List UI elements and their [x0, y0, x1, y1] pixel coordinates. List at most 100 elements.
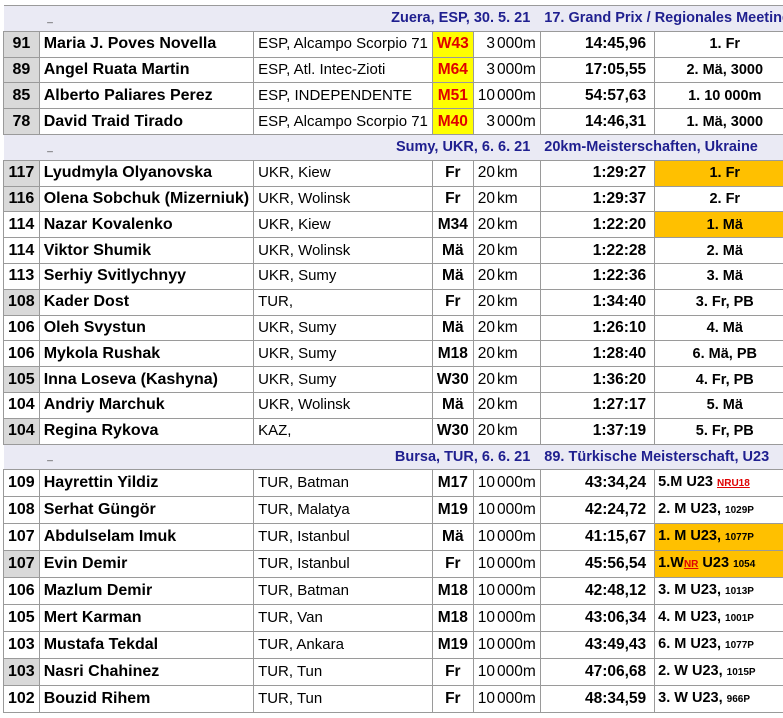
table-row: 114 Nazar Kovalenko UKR, Kiew M34 20 km 1:22:2…	[3, 211, 783, 239]
result-cell: 3. Mä	[654, 262, 783, 290]
club-cell: UKR, Wolinsk	[253, 237, 433, 264]
club-cell: UKR, Kiew	[253, 159, 433, 187]
distance-value: 20	[472, 262, 497, 290]
result-text: 1. Fr	[709, 36, 741, 53]
distance-value: 20	[472, 417, 497, 445]
section-spacer	[3, 133, 40, 161]
category-cell: W30	[431, 366, 474, 393]
points-cell: 104	[3, 391, 40, 419]
result-text: 5. Mä	[706, 397, 743, 414]
result-text: 1. Mä	[706, 216, 743, 233]
section-place: Bursa, TUR, 6. 6. 21	[253, 443, 541, 471]
distance-value: 20	[472, 366, 497, 393]
club-cell: TUR, Ankara	[253, 631, 433, 660]
points-score: 1054	[733, 559, 756, 571]
club-cell: KAZ,	[253, 417, 433, 445]
distance-value: 20	[472, 314, 497, 342]
club-cell: ESP, INDEPENDENTE	[253, 82, 433, 110]
athlete-name: Inna Loseva (Kashyna)	[38, 366, 255, 393]
section-header: _ Sumy, UKR, 6. 6. 21 20km-Meisterschaften…	[3, 133, 783, 161]
time-cell: 14:46,31	[539, 108, 656, 135]
result-cell: 1.WNR U23 1054	[654, 550, 783, 579]
section-placeholder: _	[39, 133, 254, 161]
distance-value: 10	[472, 469, 497, 498]
record-note: NRU18	[717, 478, 750, 490]
results-sheet: _ Zuera, ESP, 30. 5. 21 17. Grand Prix / R…	[0, 0, 783, 718]
time-cell: 41:15,67	[539, 523, 656, 552]
points-cell: 85	[3, 82, 40, 110]
distance-value: 10	[472, 604, 497, 633]
result-text: 1. Fr	[709, 165, 741, 182]
category-cell: Mä	[431, 237, 474, 264]
distance-value: 10	[472, 550, 497, 579]
result-cell: 4. Mä	[654, 314, 783, 342]
athlete-name: Nazar Kovalenko	[38, 211, 255, 239]
distance-unit: km	[496, 391, 541, 419]
athlete-name: Regina Rykova	[38, 417, 255, 445]
athlete-name: Abdulselam Imuk	[38, 523, 255, 552]
points-score: 1001P	[725, 613, 754, 625]
distance-unit: 000m	[496, 631, 541, 660]
distance-unit: 000m	[496, 496, 541, 525]
result-cell: 3. W U23, 966P	[654, 685, 783, 714]
time-cell: 1:26:10	[539, 314, 656, 342]
athlete-name: Viktor Shumik	[38, 237, 255, 264]
distance-value: 20	[472, 185, 497, 213]
time-cell: 43:06,34	[539, 604, 656, 633]
athlete-name: Andriy Marchuk	[38, 391, 255, 419]
club-cell: ESP, Alcampo Scorpio 71	[253, 30, 433, 58]
table-row: 114 Viktor Shumik UKR, Wolinsk Mä 20 km 1:22:2…	[3, 237, 783, 264]
time-cell: 48:34,59	[539, 685, 656, 714]
points-cell: 113	[3, 262, 40, 290]
section-spacer	[3, 443, 40, 471]
distance-unit: km	[496, 366, 541, 393]
club-cell: TUR, Malatya	[253, 496, 433, 525]
distance-unit: 000m	[496, 577, 541, 606]
result-text: 2. Fr	[709, 190, 741, 207]
category-cell: Fr	[431, 685, 474, 714]
table-row: 117 Lyudmyla Olyanovska UKR, Kiew Fr 20 km 1:2…	[3, 159, 783, 187]
category-cell: Mä	[431, 391, 474, 419]
time-cell: 1:22:36	[539, 262, 656, 290]
athlete-name: Serhiy Svitlychnyy	[38, 262, 255, 290]
distance-value: 3	[472, 56, 497, 84]
athlete-name: Lyudmyla Olyanovska	[38, 159, 255, 187]
athlete-name: Kader Dost	[38, 288, 255, 316]
section-event: 17. Grand Prix / Regionales Meeting	[540, 5, 783, 32]
points-cell: 103	[3, 631, 40, 660]
club-cell: TUR, Van	[253, 604, 433, 633]
result-text: 5.M U23	[658, 474, 717, 491]
points-cell: 106	[3, 340, 40, 368]
table-row: 85 Alberto Paliares Perez ESP, INDEPENDENT…	[3, 82, 783, 110]
result-cell: 1. 10 000m	[654, 82, 783, 110]
distance-value: 20	[472, 211, 497, 239]
category-cell: M19	[431, 631, 474, 660]
result-text: 3. M U23,	[658, 582, 726, 599]
time-cell: 43:34,24	[539, 469, 656, 498]
result-text: 1. 10 000m	[688, 87, 762, 104]
result-text: 5. Fr, PB	[695, 423, 754, 440]
result-text: 4. M U23,	[658, 609, 726, 626]
category-cell: Mä	[431, 523, 474, 552]
category-cell: M34	[431, 211, 474, 239]
points-cell: 106	[3, 314, 40, 342]
section-place: Zuera, ESP, 30. 5. 21	[253, 5, 541, 32]
result-text: 2. M U23,	[658, 501, 726, 518]
category-cell: M40	[431, 108, 474, 135]
athlete-name: Mazlum Demir	[38, 577, 255, 606]
distance-unit: km	[496, 237, 541, 264]
points-score: 1013P	[725, 586, 754, 598]
points-score: 1015P	[726, 667, 756, 679]
time-cell: 1:34:40	[539, 288, 656, 316]
result-cell: 2. W U23, 1015P	[654, 658, 783, 687]
time-cell: 1:29:27	[539, 159, 656, 187]
time-cell: 1:37:19	[539, 417, 656, 445]
category-cell: Mä	[431, 314, 474, 342]
distance-value: 10	[472, 523, 497, 552]
result-cell: 5.M U23 NRU18	[654, 469, 783, 498]
club-cell: UKR, Wolinsk	[253, 185, 433, 213]
table-row: 108 Serhat Güngör TUR, Malatya M19 10 000m 42:…	[3, 496, 783, 525]
table-row: 104 Regina Rykova KAZ, W30 20 km 1:37:19 5. Fr,…	[3, 417, 783, 445]
category-cell: W43	[431, 30, 474, 58]
time-cell: 45:56,54	[539, 550, 656, 579]
